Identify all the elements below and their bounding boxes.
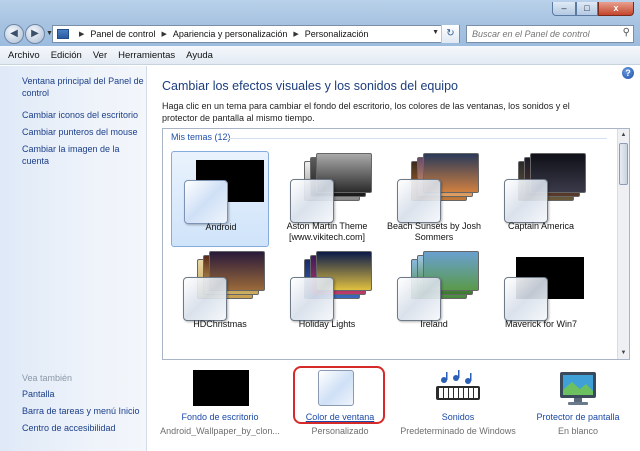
theme-settings-strip: Fondo de escritorio Android_Wallpaper_by… xyxy=(148,364,640,450)
theme-name: Maverick for Win7 xyxy=(504,319,577,329)
forward-button[interactable]: ▶ xyxy=(25,24,45,44)
theme-thumbnail xyxy=(290,153,372,223)
window-glass-preview xyxy=(397,179,441,223)
desktop-background-setting[interactable]: Fondo de escritorio Android_Wallpaper_by… xyxy=(160,364,280,450)
title-bar: – □ x ◀ ▶ ▼ ▶ Panel de control ▶ Aparien… xyxy=(0,0,640,46)
sounds-value: Predeterminado de Windows xyxy=(400,426,516,436)
search-box[interactable]: ⚲ xyxy=(466,25,634,43)
window-color-highlight-annotation xyxy=(293,366,385,424)
theme-tile-holiday-lights[interactable]: Holiday Lights xyxy=(278,249,376,345)
group-divider xyxy=(227,138,607,139)
left-nav-pane: Ventana principal del Panel de control C… xyxy=(0,66,147,451)
sounds-icon[interactable] xyxy=(432,370,484,406)
screen-saver-value: En blanco xyxy=(557,426,599,436)
help-icon[interactable]: ? xyxy=(622,67,634,79)
window-glass-preview xyxy=(397,277,441,321)
my-themes-group-header[interactable]: Mis temas (12) xyxy=(171,132,231,142)
navigation-buttons: ◀ ▶ ▼ xyxy=(4,24,56,44)
theme-tile-aston-martin[interactable]: Aston Martin Theme [www.vikitech.com] xyxy=(278,151,376,247)
scroll-down-icon[interactable]: ▼ xyxy=(618,347,629,359)
breadcrumb-personalization[interactable]: Personalización xyxy=(305,29,369,39)
breadcrumb-separator-icon[interactable]: ▶ xyxy=(79,30,84,38)
breadcrumb-separator-icon[interactable]: ▶ xyxy=(161,30,166,38)
screen-saver-link[interactable]: Protector de pantalla xyxy=(518,412,638,422)
window-glass-preview xyxy=(504,179,548,223)
search-input[interactable] xyxy=(467,26,615,42)
theme-tile-ireland[interactable]: Ireland xyxy=(385,249,483,345)
window-glass-preview xyxy=(290,277,334,321)
screen-saver-icon[interactable] xyxy=(556,370,602,406)
address-bar[interactable]: ▶ Panel de control ▶ Apariencia y person… xyxy=(52,25,460,43)
theme-name: HDChristmas xyxy=(193,319,247,329)
theme-tile-beach-sunsets[interactable]: Beach Sunsets by Josh Sommers xyxy=(385,151,483,247)
theme-name: Android xyxy=(205,222,237,232)
theme-thumbnail xyxy=(397,251,479,321)
window-glass-preview xyxy=(290,179,334,223)
maximize-button[interactable]: □ xyxy=(576,2,598,16)
menu-ver[interactable]: Ver xyxy=(93,50,107,61)
desktop-background-link[interactable]: Fondo de escritorio xyxy=(160,412,280,422)
theme-name: Ireland xyxy=(420,319,448,329)
control-panel-icon xyxy=(57,29,69,39)
sounds-link[interactable]: Sonidos xyxy=(398,412,518,422)
scroll-thumb[interactable] xyxy=(619,143,628,185)
gallery-scrollbar[interactable]: ▲ ▼ xyxy=(617,129,629,359)
personalization-window: – □ x ◀ ▶ ▼ ▶ Panel de control ▶ Aparien… xyxy=(0,0,640,451)
scroll-up-icon[interactable]: ▲ xyxy=(618,129,629,141)
caption-buttons: – □ x xyxy=(552,2,634,16)
theme-name: Beach Sunsets by Josh Sommers xyxy=(386,221,482,242)
menu-bar: Archivo Edición Ver Herramientas Ayuda xyxy=(0,46,640,65)
window-glass-preview xyxy=(184,180,228,224)
theme-gallery: Mis temas (12) Android Aston Martin Them… xyxy=(162,128,630,360)
page-title: Cambiar los efectos visuales y los sonid… xyxy=(162,79,458,93)
theme-thumbnail xyxy=(184,156,264,224)
theme-thumbnail xyxy=(504,253,584,321)
desktop-background-value: Android_Wallpaper_by_clon... xyxy=(160,426,280,436)
search-icon[interactable]: ⚲ xyxy=(623,27,630,38)
theme-thumbnail xyxy=(290,251,372,321)
screen-saver-setting[interactable]: Protector de pantalla En blanco xyxy=(518,364,638,450)
theme-name: Holiday Lights xyxy=(298,319,356,329)
theme-thumbnail xyxy=(183,251,265,321)
theme-tile-android[interactable]: Android xyxy=(171,151,269,247)
address-dropdown-icon[interactable]: ▼ xyxy=(432,29,439,36)
breadcrumb-appearance[interactable]: Apariencia y personalización xyxy=(173,29,288,39)
see-also-taskbar[interactable]: Barra de tareas y menú Inicio xyxy=(22,406,140,416)
window-glass-preview xyxy=(504,277,548,321)
desktop-background-preview[interactable] xyxy=(193,370,249,406)
menu-archivo[interactable]: Archivo xyxy=(8,50,40,61)
nav-link-mouse-pointers[interactable]: Cambiar punteros del mouse xyxy=(22,126,144,138)
theme-name: Captain America xyxy=(507,221,575,231)
theme-name: Aston Martin Theme [www.vikitech.com] xyxy=(286,221,368,242)
theme-tile-maverick[interactable]: Maverick for Win7 xyxy=(492,249,590,345)
see-also-heading: Vea también xyxy=(22,373,73,383)
menu-herramientas[interactable]: Herramientas xyxy=(118,50,175,61)
theme-tile-captain-america[interactable]: Captain America xyxy=(492,151,590,247)
page-description: Haga clic en un tema para cambiar el fon… xyxy=(162,101,570,123)
minimize-button[interactable]: – xyxy=(552,2,576,16)
nav-link-control-panel-home[interactable]: Ventana principal del Panel de control xyxy=(22,75,144,99)
back-button[interactable]: ◀ xyxy=(4,24,24,44)
sounds-setting[interactable]: Sonidos Predeterminado de Windows xyxy=(398,364,518,450)
see-also-display[interactable]: Pantalla xyxy=(22,389,55,399)
see-also-accessibility[interactable]: Centro de accesibilidad xyxy=(22,423,116,433)
theme-tile-hdchristmas[interactable]: HDChristmas xyxy=(171,249,269,345)
menu-edicion[interactable]: Edición xyxy=(51,50,82,61)
nav-link-account-picture[interactable]: Cambiar la imagen de la cuenta xyxy=(22,143,144,167)
breadcrumb-separator-icon[interactable]: ▶ xyxy=(293,30,298,38)
nav-link-desktop-icons[interactable]: Cambiar iconos del escritorio xyxy=(22,109,144,121)
window-color-value: Personalizado xyxy=(311,426,369,436)
theme-thumbnail xyxy=(504,153,586,223)
window-glass-preview xyxy=(183,277,227,321)
menu-ayuda[interactable]: Ayuda xyxy=(186,50,213,61)
breadcrumb-control-panel[interactable]: Panel de control xyxy=(90,29,155,39)
refresh-button[interactable]: ↻ xyxy=(441,25,459,43)
theme-thumbnail xyxy=(397,153,479,223)
close-button[interactable]: x xyxy=(598,2,634,16)
main-content: ? Cambiar los efectos visuales y los son… xyxy=(148,66,640,451)
